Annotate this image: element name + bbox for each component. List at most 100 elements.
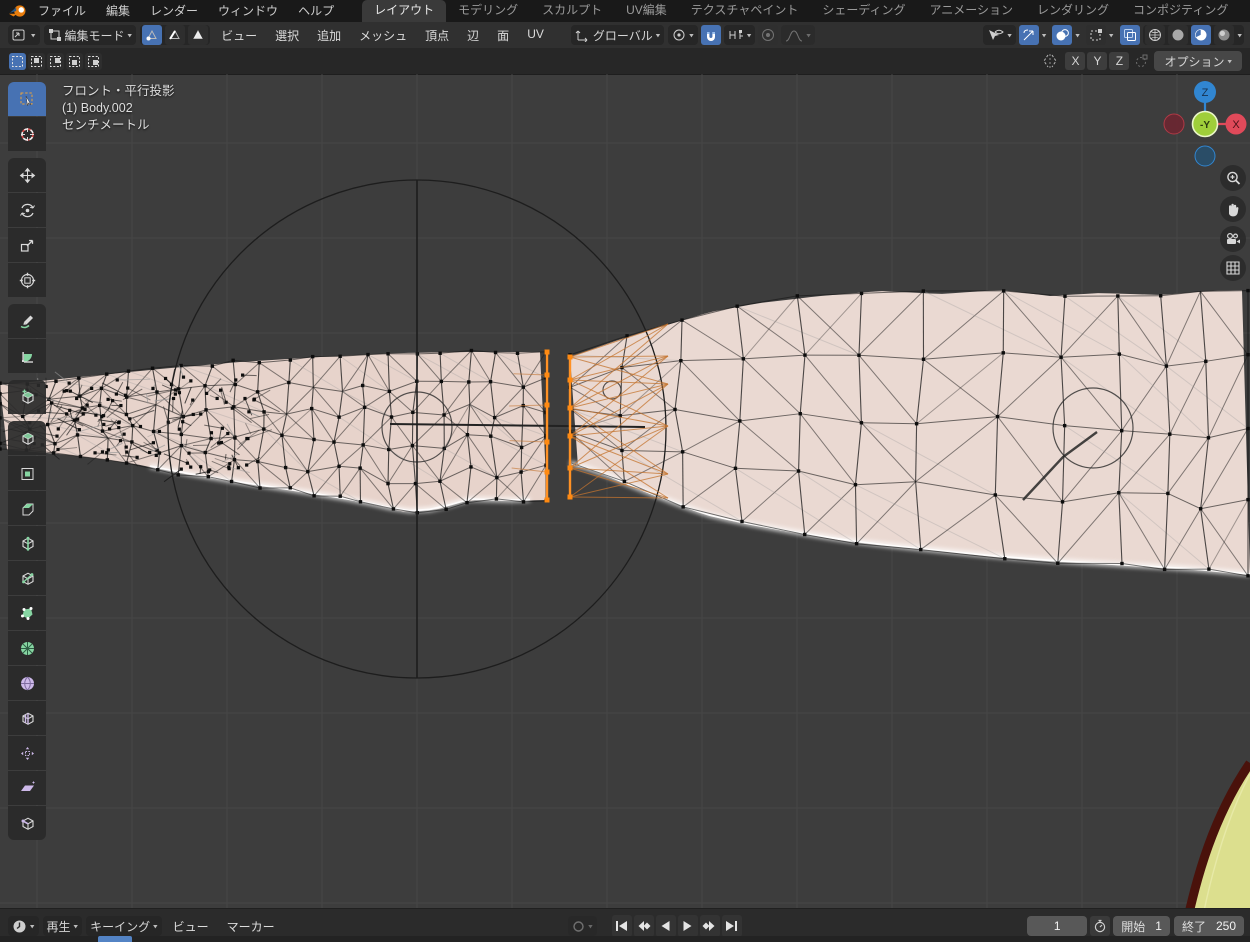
topbar-menu-1[interactable]: 編集 — [96, 0, 140, 22]
select-mode-vertex[interactable] — [142, 25, 162, 45]
options-dropdown[interactable]: オプション ▾ — [1154, 51, 1242, 71]
viewport-gizmos-settings[interactable] — [1086, 25, 1106, 45]
tool-annotate[interactable] — [8, 304, 46, 338]
camera-view-button[interactable] — [1220, 226, 1246, 252]
tool-measure[interactable] — [8, 339, 46, 373]
mirror-axis-z[interactable]: Z — [1109, 52, 1129, 70]
zoom-button[interactable] — [1220, 165, 1246, 191]
tool-smooth[interactable] — [8, 666, 46, 700]
proportional-editing-toggle[interactable] — [758, 25, 778, 45]
shading-wireframe-button[interactable] — [1145, 25, 1165, 45]
tool-rotate[interactable] — [8, 193, 46, 227]
show-overlays-toggle[interactable] — [1052, 25, 1072, 45]
viewport-menu-3[interactable]: メッシュ — [350, 27, 416, 44]
play-reverse-button[interactable] — [656, 915, 676, 937]
tool-cursor[interactable] — [8, 117, 46, 151]
playhead[interactable] — [98, 936, 132, 942]
tool-extrude[interactable] — [8, 421, 46, 455]
next-keyframe-button[interactable] — [700, 915, 720, 937]
overlays-dropdown[interactable]: ▾ — [1075, 31, 1080, 40]
tool-bevel[interactable] — [8, 491, 46, 525]
tool-shrink-fatten[interactable] — [8, 736, 46, 770]
timeline-editor-dropdown[interactable]: ▾ — [8, 916, 39, 936]
xray-toggle[interactable] — [1120, 25, 1140, 45]
show-gizmo-toggle[interactable] — [1019, 25, 1039, 45]
perspective-toggle-button[interactable] — [1220, 255, 1246, 281]
viewport-menu-2[interactable]: 追加 — [308, 27, 350, 44]
current-frame-field[interactable]: 1 — [1027, 916, 1087, 936]
workspace-tab-2[interactable]: スカルプト — [530, 0, 614, 22]
tool-select-box[interactable] — [8, 82, 46, 116]
jump-first-button[interactable] — [612, 915, 632, 937]
topbar-menu-0[interactable]: ファイル — [28, 0, 96, 22]
tool-edge-slide[interactable] — [8, 701, 46, 735]
workspace-tab-1[interactable]: モデリング — [446, 0, 530, 22]
start-frame-field[interactable]: 開始 1 — [1113, 916, 1170, 936]
select-option-intersect[interactable] — [85, 53, 102, 70]
auto-keying-dropdown[interactable]: ▾ — [588, 922, 593, 931]
tool-poly-build[interactable] — [8, 596, 46, 630]
workspace-tab-7[interactable]: レンダリング — [1025, 0, 1121, 22]
timeline-track[interactable] — [0, 936, 1250, 942]
shading-solid-button[interactable] — [1168, 25, 1188, 45]
viewport-menu-6[interactable]: 面 — [488, 27, 518, 44]
pivot-point-dropdown[interactable]: ▾ — [668, 25, 698, 45]
tool-transform[interactable] — [8, 263, 46, 297]
workspace-tab-0[interactable]: レイアウト — [362, 0, 446, 22]
viewport-menu-1[interactable]: 選択 — [266, 27, 308, 44]
snap-settings-dropdown[interactable]: ▾ — [724, 25, 756, 45]
tool-scale[interactable] — [8, 228, 46, 262]
select-option-set[interactable] — [9, 53, 26, 70]
viewport-menu-0[interactable]: ビュー — [212, 27, 266, 44]
workspace-tab-8[interactable]: コンポジティング — [1121, 0, 1240, 22]
workspace-tab-6[interactable]: アニメーション — [918, 0, 1026, 22]
workspace-tab-5[interactable]: シェーディング — [810, 0, 917, 22]
select-mode-edge[interactable] — [165, 25, 185, 45]
editor-type-dropdown[interactable]: ▾ — [8, 25, 40, 45]
viewport-menu-7[interactable]: UV — [518, 27, 553, 44]
record-icon[interactable] — [572, 920, 585, 933]
topbar-menu-4[interactable]: ヘルプ — [288, 0, 344, 22]
viewport-canvas[interactable] — [0, 74, 1250, 908]
viewport-menu-5[interactable]: 辺 — [458, 27, 488, 44]
mirror-axis-y[interactable]: Y — [1087, 52, 1107, 70]
tool-inset[interactable] — [8, 456, 46, 490]
end-frame-field[interactable]: 終了 250 — [1174, 916, 1244, 936]
tool-spin[interactable] — [8, 631, 46, 665]
tool-rip-region[interactable] — [8, 806, 46, 840]
tool-move[interactable] — [8, 158, 46, 192]
keying-dropdown[interactable]: キーイング▾ — [86, 916, 162, 936]
topbar-menu-2[interactable]: レンダー — [140, 0, 208, 22]
shading-material-button[interactable] — [1191, 25, 1211, 45]
select-option-invert[interactable] — [66, 53, 83, 70]
select-option-subtract[interactable] — [47, 53, 64, 70]
shading-rendered-button[interactable] — [1214, 25, 1234, 45]
pan-button[interactable] — [1220, 196, 1246, 222]
mirror-axis-x[interactable]: X — [1065, 52, 1085, 70]
workspace-tab-4[interactable]: テクスチャペイント — [679, 0, 811, 22]
select-option-extend[interactable] — [28, 53, 45, 70]
gizmo-dropdown[interactable]: ▾ — [1042, 31, 1047, 40]
mode-dropdown[interactable]: 編集モード ▾ — [44, 25, 137, 45]
viewport-menu-4[interactable]: 頂点 — [416, 27, 458, 44]
proportional-falloff-dropdown[interactable]: ▾ — [781, 25, 815, 45]
workspace-tab-9[interactable]: ジオメトリノード — [1240, 0, 1250, 22]
playback-dropdown[interactable]: 再生▾ — [43, 916, 83, 936]
tool-knife[interactable] — [8, 561, 46, 595]
transform-orientation-dropdown[interactable]: グローバル ▾ — [571, 25, 664, 45]
topbar-menu-3[interactable]: ウィンドウ — [208, 0, 288, 22]
tool-loop-cut[interactable] — [8, 526, 46, 560]
workspace-tab-3[interactable]: UV編集 — [614, 0, 679, 22]
blender-logo[interactable] — [8, 3, 28, 19]
tool-add-cube[interactable] — [8, 380, 46, 414]
snap-base-icon[interactable] — [1131, 51, 1151, 71]
object-visibility-dropdown[interactable]: ▾ — [983, 25, 1016, 45]
timeline-menu-marker[interactable]: マーカー — [218, 918, 284, 935]
select-mode-face[interactable] — [188, 25, 208, 45]
timeline-menu-view[interactable]: ビュー — [164, 918, 218, 935]
viewport[interactable]: フロント・平行投影 (1) Body.002 センチメートル ZX-Y — [0, 74, 1250, 908]
jump-last-button[interactable] — [722, 915, 742, 937]
snap-toggle[interactable] — [701, 25, 721, 45]
play-button[interactable] — [678, 915, 698, 937]
tool-shear[interactable] — [8, 771, 46, 805]
